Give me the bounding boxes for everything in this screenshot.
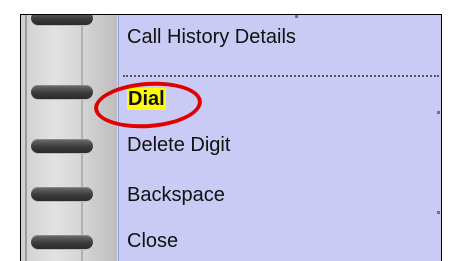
device-button-1[interactable] xyxy=(31,15,93,25)
device-button-2[interactable] xyxy=(31,85,93,99)
menu-item-close[interactable]: Close xyxy=(127,229,178,253)
menu-item-label-highlighted: Dial xyxy=(127,88,166,110)
menu-item-label: Backspace xyxy=(127,184,225,206)
menu-separator xyxy=(123,75,439,77)
menu-item-label: Delete Digit xyxy=(127,134,231,156)
menu-edge-mark xyxy=(437,111,440,114)
device-edge-left xyxy=(25,15,27,261)
device-edge-inner xyxy=(81,15,83,261)
device-button-4[interactable] xyxy=(31,187,93,201)
device-button-3[interactable] xyxy=(31,139,93,153)
menu-item-dial[interactable]: Dial xyxy=(127,87,166,111)
context-menu: Call History Details Dial Delete Digit B… xyxy=(118,15,441,261)
menu-item-label: Close xyxy=(127,230,179,252)
device-button-5[interactable] xyxy=(31,235,93,249)
menu-edge-mark xyxy=(437,211,440,214)
menu-item-delete-digit[interactable]: Delete Digit xyxy=(127,133,230,157)
menu-item-call-history-details[interactable]: Call History Details xyxy=(127,25,296,49)
menu-top-mark xyxy=(295,15,298,18)
device-keypad-panel xyxy=(21,15,117,261)
menu-item-backspace[interactable]: Backspace xyxy=(127,183,225,207)
screenshot-frame: Call History Details Dial Delete Digit B… xyxy=(20,14,442,261)
menu-item-label: Call History Details xyxy=(127,26,296,48)
